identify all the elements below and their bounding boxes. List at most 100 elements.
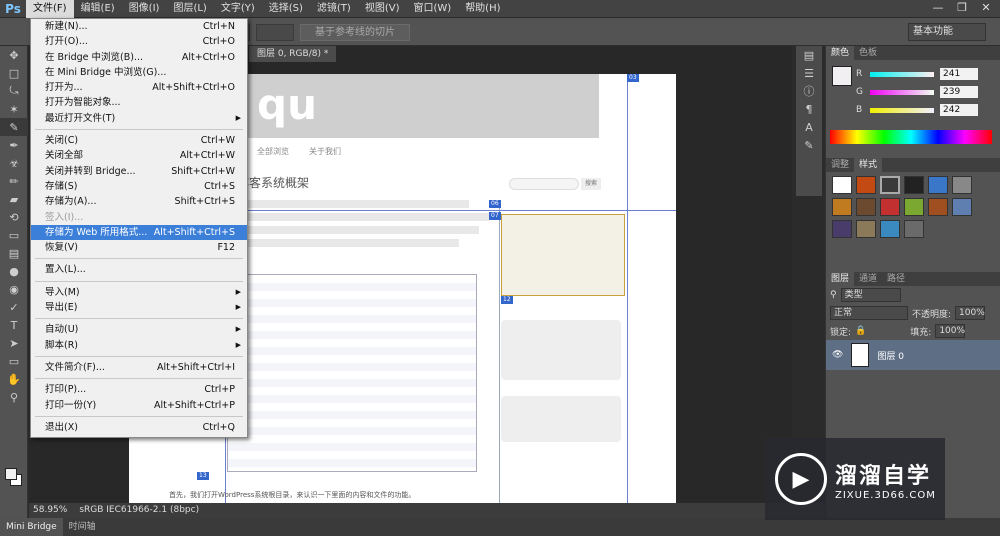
tab-paths[interactable]: 路径 (882, 272, 910, 286)
file-menu-item[interactable]: 退出(X) Ctrl+Q (31, 420, 247, 435)
dodge-tool-icon[interactable]: ◉ (0, 280, 28, 298)
menu-view[interactable]: 视图(V) (358, 0, 407, 18)
tab-swatches[interactable]: 色板 (854, 46, 882, 60)
menu-layer[interactable]: 图层(L) (166, 0, 213, 18)
lasso-tool-icon[interactable]: ⤿ (0, 82, 28, 100)
file-menu-item[interactable]: 脚本(R) ▶ (31, 338, 247, 353)
menu-edit[interactable]: 编辑(E) (74, 0, 122, 18)
quick-select-tool-icon[interactable]: ✶ (0, 100, 28, 118)
path-select-tool-icon[interactable]: ➤ (0, 334, 28, 352)
file-menu-item[interactable]: 打印一份(Y) Alt+Shift+Ctrl+P (31, 398, 247, 413)
tab-layers[interactable]: 图层 (826, 272, 855, 286)
shape-tool-icon[interactable]: ▭ (0, 352, 28, 370)
blend-mode-select[interactable]: 正常 (830, 306, 908, 320)
foreground-color-swatch[interactable] (5, 468, 17, 480)
red-slider[interactable] (870, 71, 934, 77)
file-menu-item[interactable]: 存储为(A)... Shift+Ctrl+S (31, 194, 247, 209)
minimize-icon[interactable]: — (930, 0, 946, 16)
stamp-tool-icon[interactable]: ▰ (0, 190, 28, 208)
file-menu-item[interactable]: 自动(U) ▶ (31, 322, 247, 337)
tab-mini-bridge[interactable]: Mini Bridge (0, 518, 63, 536)
style-swatch[interactable] (880, 176, 900, 194)
history-panel-icon[interactable]: ▤ (796, 46, 822, 64)
eyedropper-tool-icon[interactable]: ✒ (0, 136, 28, 154)
brush-tool-icon[interactable]: ✏ (0, 172, 28, 190)
workspace-select[interactable]: 基本功能 (908, 23, 986, 41)
character-panel-icon[interactable]: A (796, 118, 822, 136)
history-brush-icon[interactable]: ⟲ (0, 208, 28, 226)
style-swatch[interactable] (952, 198, 972, 216)
tab-channels[interactable]: 通道 (854, 272, 882, 286)
style-swatch[interactable] (952, 176, 972, 194)
file-menu-item[interactable]: 导入(M) ▶ (31, 285, 247, 300)
file-menu-item[interactable]: 关闭全部 Alt+Ctrl+W (31, 148, 247, 163)
tab-timeline[interactable]: 时间轴 (63, 518, 102, 536)
file-menu-item[interactable]: 文件简介(F)... Alt+Shift+Ctrl+I (31, 360, 247, 375)
file-menu-item[interactable]: 存储为 Web 所用格式... Alt+Shift+Ctrl+S (31, 224, 247, 241)
menu-window[interactable]: 窗口(W) (406, 0, 458, 18)
layer-kind-select[interactable]: 类型 (840, 288, 901, 302)
file-menu-item[interactable]: 在 Mini Bridge 中浏览(G)... (31, 65, 247, 80)
zoom-tool-icon[interactable]: ⚲ (0, 388, 28, 406)
file-menu-item[interactable]: 关闭(C) Ctrl+W (31, 133, 247, 148)
restore-icon[interactable]: ❐ (954, 0, 970, 16)
layer-item[interactable]: 👁 图层 0 (826, 340, 1000, 370)
style-swatch[interactable] (856, 176, 876, 194)
pen-tool-icon[interactable]: ✓ (0, 298, 28, 316)
close-icon[interactable]: ✕ (978, 0, 994, 16)
style-swatch[interactable] (904, 176, 924, 194)
tab-adjustments[interactable]: 调整 (826, 158, 854, 172)
color-spectrum-bar[interactable] (830, 130, 992, 144)
red-value-input[interactable]: 241 (940, 68, 978, 80)
file-menu-item[interactable]: 打开为... Alt+Shift+Ctrl+O (31, 80, 247, 95)
file-menu-item[interactable]: 存储(S) Ctrl+S (31, 179, 247, 194)
tab-color[interactable]: 颜色 (826, 46, 855, 60)
slice-tool-icon[interactable]: ✎ (0, 118, 28, 136)
properties-panel-icon[interactable]: ☰ (796, 64, 822, 82)
menu-help[interactable]: 帮助(H) (458, 0, 507, 18)
file-menu-item[interactable]: 置入(L)... (31, 262, 247, 277)
style-swatch[interactable] (928, 176, 948, 194)
zoom-level[interactable]: 58.95% (33, 503, 67, 518)
healing-tool-icon[interactable]: ☣ (0, 154, 28, 172)
hand-tool-icon[interactable]: ✋ (0, 370, 28, 388)
file-menu-item[interactable]: 打印(P)... Ctrl+P (31, 382, 247, 397)
file-menu-item[interactable]: 在 Bridge 中浏览(B)... Alt+Ctrl+O (31, 50, 247, 65)
style-swatch[interactable] (928, 198, 948, 216)
style-swatch[interactable] (832, 198, 852, 216)
brush-panel-icon[interactable]: ✎ (796, 136, 822, 154)
slices-from-guides-button[interactable]: 基于参考线的切片 (300, 24, 410, 41)
color-preview-swatch[interactable] (832, 66, 852, 86)
style-swatch[interactable] (880, 198, 900, 216)
file-menu-item[interactable]: 打开(O)... Ctrl+O (31, 34, 247, 49)
style-swatch[interactable] (832, 176, 852, 194)
style-swatch[interactable] (856, 198, 876, 216)
file-menu-item[interactable]: 导出(E) ▶ (31, 300, 247, 315)
paragraph-panel-icon[interactable]: ¶ (796, 100, 822, 118)
file-menu-item[interactable]: 打开为智能对象... (31, 95, 247, 110)
move-tool-icon[interactable]: ✥ (0, 46, 28, 64)
file-menu-item[interactable]: 关闭并转到 Bridge... Shift+Ctrl+W (31, 164, 247, 179)
marquee-tool-icon[interactable]: □ (0, 64, 28, 82)
style-swatch[interactable] (832, 220, 852, 238)
menu-image[interactable]: 图像(I) (122, 0, 167, 18)
blue-value-input[interactable]: 242 (940, 104, 978, 116)
blue-slider[interactable] (870, 107, 934, 113)
type-tool-icon[interactable]: T (0, 316, 28, 334)
green-value-input[interactable]: 239 (940, 86, 978, 98)
file-menu-item[interactable]: 最近打开文件(T) ▶ (31, 111, 247, 126)
visibility-eye-icon[interactable]: 👁 (832, 350, 843, 360)
style-swatch[interactable] (880, 220, 900, 238)
style-swatch[interactable] (904, 198, 924, 216)
file-menu-item[interactable]: 新建(N)... Ctrl+N (31, 19, 247, 34)
opacity-input[interactable]: 100% (955, 306, 986, 320)
style-swatch[interactable] (904, 220, 924, 238)
info-panel-icon[interactable]: ⓘ (796, 82, 822, 100)
menu-select[interactable]: 选择(S) (262, 0, 310, 18)
tab-styles[interactable]: 样式 (854, 158, 883, 172)
lock-icon[interactable]: 🔒 (855, 326, 866, 336)
eraser-tool-icon[interactable]: ▭ (0, 226, 28, 244)
style-swatch[interactable] (856, 220, 876, 238)
option-field[interactable] (256, 24, 294, 41)
menu-type[interactable]: 文字(Y) (214, 0, 262, 18)
